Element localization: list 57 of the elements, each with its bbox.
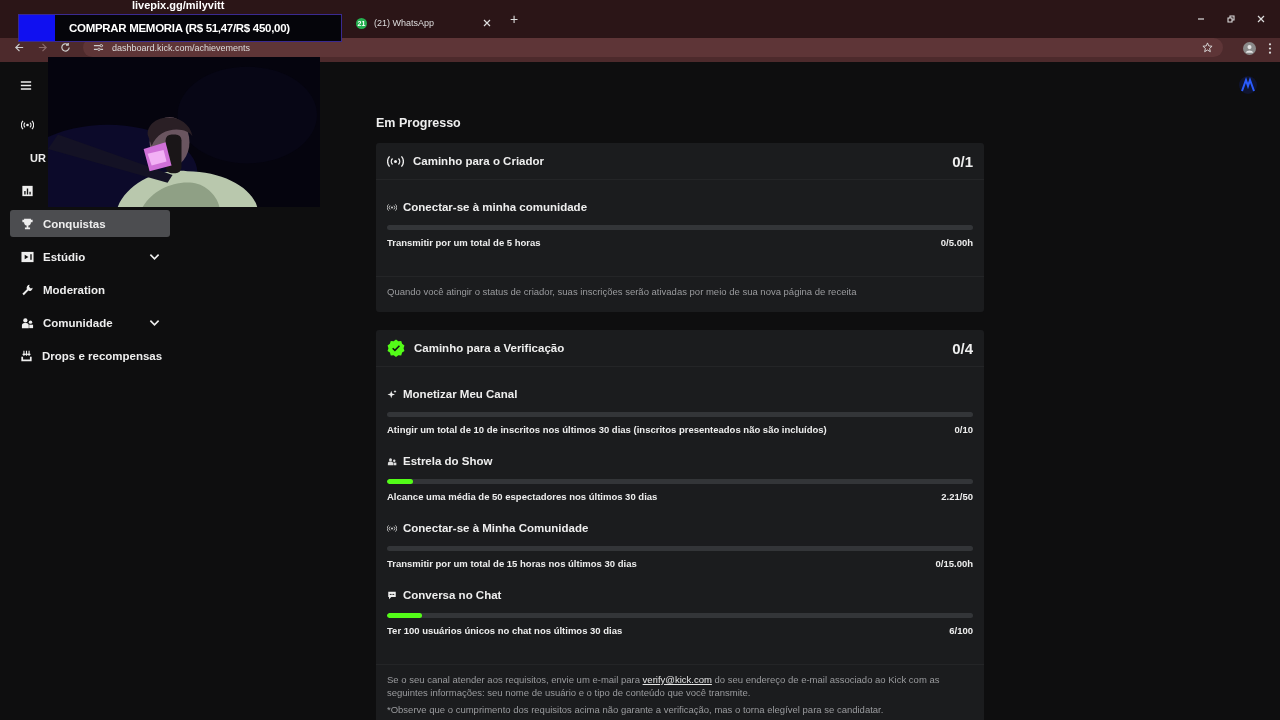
section-title: Em Progresso: [376, 116, 462, 130]
close-icon[interactable]: [482, 18, 492, 28]
menu-icon[interactable]: [20, 79, 32, 91]
trophy-icon: [20, 217, 34, 230]
broadcast-icon: [20, 118, 34, 131]
user-avatar-icon[interactable]: [1238, 75, 1258, 95]
email-link[interactable]: verify@kick.com: [642, 674, 712, 685]
video-icon: [20, 250, 34, 263]
drops-icon: [20, 349, 33, 362]
task-title: Conectar-se à Minha Comunidade: [403, 522, 589, 534]
task-title: Estrela do Show: [403, 455, 493, 467]
overlay-url-text: livepix.gg/milyvitt: [132, 0, 225, 11]
wrench-icon: [20, 283, 34, 296]
goal-progress-fill: [19, 15, 55, 41]
back-icon[interactable]: [14, 42, 25, 53]
task-title: Conectar-se à minha comunidade: [403, 201, 588, 213]
card-title: Caminho para o Criador: [413, 155, 545, 167]
url-text: dashboard.kick.com/achievements: [112, 42, 251, 53]
people-icon: [20, 316, 34, 329]
broadcast-icon: [387, 523, 397, 533]
sidebar-item[interactable]: Estúdio: [10, 240, 170, 273]
broadcast-icon: [387, 154, 404, 168]
forward-icon[interactable]: [37, 42, 48, 53]
task-title: Monetizar Meu Canal: [403, 388, 518, 400]
sidebar-item[interactable]: Conquistas: [10, 210, 170, 237]
sidebar-item[interactable]: Comunidade: [10, 306, 170, 339]
task-description: Atingir um total de 10 de inscritos nos últimos 30 dias (inscritos presenteados não são incluídos): [387, 424, 827, 435]
address-bar[interactable]: dashboard.kick.com/achievements: [83, 38, 1223, 57]
verified-badge-icon: [387, 339, 405, 357]
broadcast-icon: [387, 202, 397, 212]
task-description: Transmitir por um total de 15 horas nos últimos 30 dias: [387, 558, 637, 569]
info-text: *Observe que o cumprimento dos requisitos acima não garante a verificação, mas o torna elegível para se candidatar.: [387, 703, 885, 716]
new-tab-button[interactable]: +: [510, 11, 519, 27]
sidebar-item[interactable]: UR: [10, 141, 46, 174]
bookmark-star-icon[interactable]: [1202, 42, 1213, 53]
donation-goal-bar: COMPRAR MEMORIA (R$ 51,47/R$ 450,00): [18, 14, 342, 42]
sidebar-item[interactable]: Moderation: [10, 273, 170, 306]
sparkle-icon: [387, 389, 397, 399]
task-description: Transmitir por um total de 5 horas: [387, 237, 541, 248]
task-description: Ter 100 usuários únicos no chat nos últimos 30 dias: [387, 625, 623, 636]
restore-icon[interactable]: [1226, 14, 1236, 24]
card-title: Caminho para a Verificação: [414, 342, 566, 354]
site-settings-icon: [93, 42, 104, 53]
chart-icon: [20, 184, 34, 197]
close-icon[interactable]: [1256, 14, 1266, 24]
reload-icon[interactable]: [60, 42, 71, 53]
info-text: Quando você atingir o status de criador, suas inscrições serão ativadas por meio de sua nova página de receita: [387, 285, 858, 298]
menu-icon[interactable]: [1268, 42, 1272, 55]
task-title: Conversa no Chat: [403, 589, 502, 601]
sidebar-item[interactable]: Drops e recompensas: [10, 339, 170, 372]
profile-icon[interactable]: [1243, 42, 1256, 55]
task-description: Alcance uma média de 50 espectadores nos últimos 30 dias: [387, 491, 658, 502]
people-icon: [387, 456, 397, 466]
chat-bubble-icon: [387, 590, 397, 600]
progress-count: 0/1: [952, 152, 973, 170]
progress-count: 0/4: [952, 339, 973, 357]
info-text: Se o seu canal atender aos requisitos, envie um e-mail para verify@kick.com do seu endereço de e-mail associado ao Kick com as seguintes informações: seu nome de usuário e o tipo de conteúdo que você transmite.: [387, 673, 941, 699]
